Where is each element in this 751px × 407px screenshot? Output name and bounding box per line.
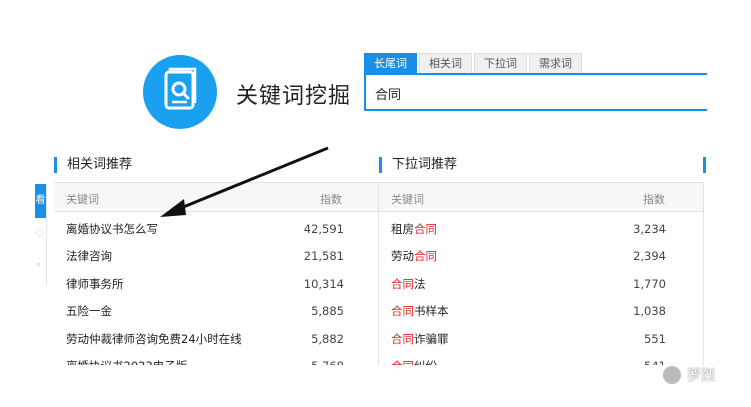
wechat-icon (663, 366, 681, 384)
watermark: 罗烈 (663, 363, 715, 387)
annotation-arrow-icon (160, 146, 329, 217)
watermark-text: 罗烈 (687, 368, 715, 384)
